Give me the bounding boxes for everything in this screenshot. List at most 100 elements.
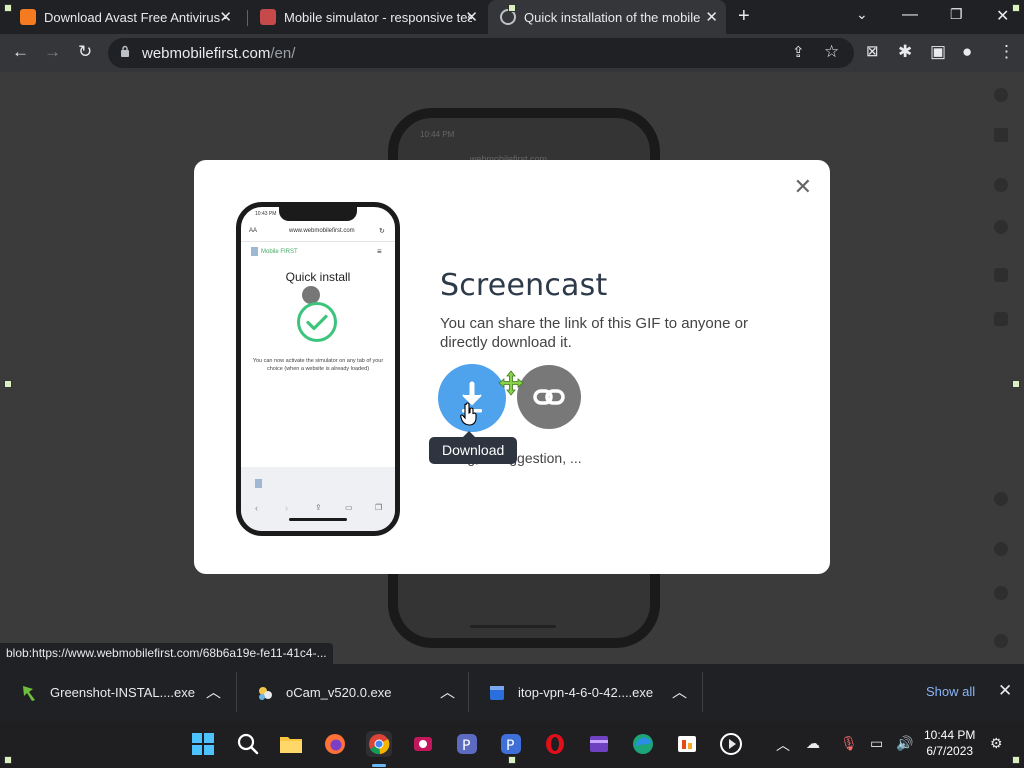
pdf-app-icon[interactable]: P [454,731,480,757]
address-bar[interactable]: webmobilefirst.com/en/ ⇪ ☆ [108,38,854,68]
modal-close-icon[interactable]: ✕ [794,174,812,200]
restore-button[interactable]: ❐ [950,6,963,23]
device-switch-icon[interactable] [994,128,1008,142]
media-player-icon[interactable] [718,731,744,757]
phone-forward-icon: › [285,503,288,513]
phone-hamburger-icon: ≡ [377,247,382,256]
chevron-up-icon[interactable]: ︿ [206,681,221,702]
camera-icon[interactable] [994,268,1008,282]
tab-mobile-simulator[interactable]: Mobile simulator - responsive tes ✕ [240,0,486,34]
tab-title: Download Avast Free Antivirus - [44,9,226,25]
phone-heading: Quick install [285,270,351,284]
rotate-icon[interactable] [994,220,1008,234]
phone-url-bar: AA www.webmobilefirst.com ↻ [249,226,387,238]
check-circle-icon [297,302,337,342]
window-close-button[interactable]: ✕ [996,6,1009,26]
edge-icon[interactable] [630,731,656,757]
selection-handle[interactable] [508,756,516,764]
bg-phone-time: 10:44 PM [420,130,455,139]
close-tab-icon[interactable]: ✕ [465,8,478,26]
tab-quick-installation[interactable]: Quick installation of the mobile s ✕ [488,0,726,34]
close-tab-icon[interactable]: ✕ [705,8,718,26]
profile-avatar-icon[interactable]: ● [962,42,972,62]
phone-browser-bar: ‹ › ⇪ ▭ ❐ [241,467,395,531]
reload-icon[interactable]: ↻ [78,42,92,62]
share-icon[interactable] [994,542,1008,556]
selection-handle[interactable] [1012,380,1020,388]
download-item-ocam[interactable]: oCam_v520.0.exe ︿ [236,664,468,721]
extension-icon[interactable]: ⊠ [866,42,879,62]
menu-kebab-icon[interactable]: ⋮ [998,42,1015,62]
chevron-up-icon[interactable]: ︿ [440,681,455,702]
phone-status-time: 10:43 PM [255,211,277,217]
tab-avast[interactable]: Download Avast Free Antivirus - ✕ [0,0,240,34]
phone-message: You can now activate the simulator on an… [252,358,384,372]
selection-handle[interactable] [4,4,12,12]
active-app-indicator [372,764,386,767]
windows-start-icon[interactable] [190,731,216,757]
copy-link-button[interactable] [517,365,581,429]
microphone-icon[interactable]: 🎙 [840,735,858,752]
browser-toolbar: ← → ↻ webmobilefirst.com/en/ ⇪ ☆ ⊠ ✱ ▣ ●… [0,34,1024,72]
url-text: webmobilefirst.com/en/ [142,45,295,62]
video-icon[interactable] [994,312,1008,326]
back-arrow-icon[interactable]: ← [12,42,29,62]
download-item-itop[interactable]: itop-vpn-4-6-0-42....exe ︿ [468,664,704,721]
selection-handle[interactable] [1012,756,1020,764]
download-divider [702,672,703,712]
new-tab-button[interactable]: + [738,5,750,28]
file-explorer-icon[interactable] [278,731,304,757]
phone-homebar [289,518,347,521]
notifications-icon[interactable]: ⚙ [990,735,1003,752]
phone-logo-icon [251,247,258,256]
phone-tabs-icon: ❐ [375,503,383,512]
url-path: /en/ [270,45,296,62]
phone-share-icon: ⇪ [315,503,322,512]
search-icon[interactable] [235,731,261,757]
selection-handle[interactable] [1012,4,1020,12]
dark-mode-icon[interactable] [994,492,1008,506]
help-icon[interactable] [994,586,1008,600]
network-icon[interactable]: ▭ [870,735,883,752]
pdf-app-icon-2[interactable]: P [498,731,524,757]
system-clock[interactable]: 10:44 PM 6/7/2023 [924,727,975,759]
ocam-recorder-icon[interactable] [410,731,436,757]
phone-back-icon: ‹ [255,503,258,513]
extensions-puzzle-icon[interactable]: ✱ [898,42,912,62]
settings-gear-icon[interactable] [994,634,1008,648]
chrome-icon[interactable] [366,731,392,757]
volume-icon[interactable]: 🔊 [896,735,913,752]
close-icon[interactable] [994,88,1008,102]
url-domain: webmobilefirst.com [142,45,271,62]
screencast-description: You can share the link of this GIF to an… [440,315,748,351]
close-download-bar-icon[interactable]: ✕ [998,681,1012,701]
selection-handle[interactable] [4,756,12,764]
selection-handle[interactable] [508,4,516,12]
download-filename: Greenshot-INSTAL....exe [50,685,195,700]
lock-icon [121,45,129,57]
onedrive-icon[interactable]: ☁ [806,735,820,752]
phone-divider [241,241,395,242]
opera-icon[interactable] [542,731,568,757]
share-icon[interactable]: ⇪ [792,43,805,63]
show-all-downloads-link[interactable]: Show all [926,684,975,699]
bg-phone-homebar [470,625,556,628]
side-panel-icon[interactable]: ▣ [930,42,946,62]
close-tab-icon[interactable]: ✕ [219,8,232,26]
download-item-greenshot[interactable]: Greenshot-INSTAL....exe ︿ [0,664,236,721]
forward-arrow-icon[interactable]: → [44,42,61,62]
phone-preview: 10:43 PM AA www.webmobilefirst.com ↻ Mob… [236,202,400,536]
bookmark-star-icon[interactable]: ☆ [824,42,839,62]
download-filename: itop-vpn-4-6-0-42....exe [518,685,654,700]
selection-handle[interactable] [4,380,12,388]
video-editor-icon[interactable] [586,731,612,757]
tray-chevron-up-icon[interactable]: ︿ [776,735,790,755]
info-icon[interactable] [994,178,1008,192]
firefox-icon[interactable] [322,731,348,757]
download-filename: oCam_v520.0.exe [286,685,392,700]
tab-search-chevron-icon[interactable]: ⌄ [856,6,868,23]
office-app-icon[interactable] [674,731,700,757]
minimize-button[interactable]: — [902,6,918,24]
tab-title: Mobile simulator - responsive tes [284,9,472,25]
chevron-up-icon[interactable]: ︿ [672,681,687,702]
